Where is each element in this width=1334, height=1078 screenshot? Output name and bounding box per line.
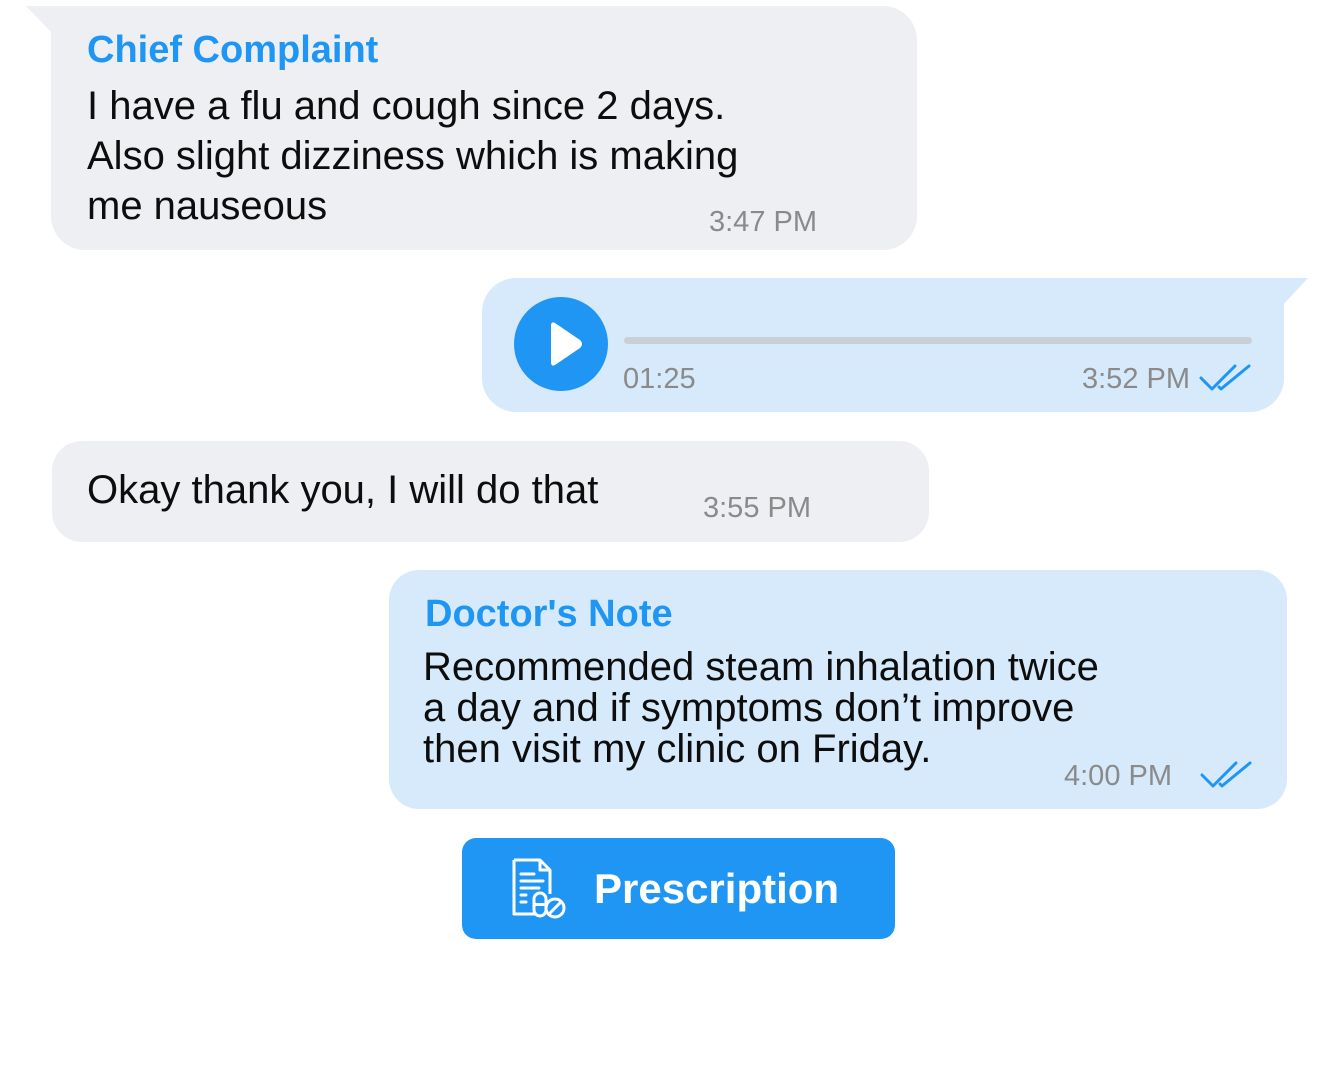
message-timestamp: 3:47 PM [709, 206, 817, 238]
message-timestamp: 3:55 PM [703, 492, 811, 524]
message-bubble: Okay thank you, I will do that 3:55 PM [52, 441, 929, 542]
message-timestamp: 3:52 PM [1082, 363, 1190, 395]
message-bubble-chief-complaint: Chief Complaint I have a flu and cough s… [26, 6, 917, 250]
bubble-tail [26, 6, 53, 34]
bubble-tail [1282, 278, 1308, 306]
message-title: Chief Complaint [87, 29, 379, 71]
play-button[interactable] [514, 297, 608, 391]
message-timestamp: 4:00 PM [1064, 760, 1172, 792]
message-text: Okay thank you, I will do that [87, 468, 599, 512]
play-icon [551, 322, 582, 366]
message-bubble-voice: 01:25 3:52 PM [482, 278, 1308, 412]
double-check-icon [1200, 761, 1252, 788]
message-text: Recommended steam inhalation twice a day… [423, 645, 1099, 771]
message-bubble-doctors-note: Doctor's Note Recommended steam inhalati… [389, 570, 1287, 809]
message-title: Doctor's Note [425, 593, 673, 635]
prescription-document-icon [512, 858, 566, 919]
audio-progress-bar[interactable] [624, 337, 1252, 344]
prescription-button[interactable]: Prescription [462, 838, 895, 939]
prescription-button-label: Prescription [594, 865, 840, 912]
double-check-icon [1199, 364, 1251, 391]
